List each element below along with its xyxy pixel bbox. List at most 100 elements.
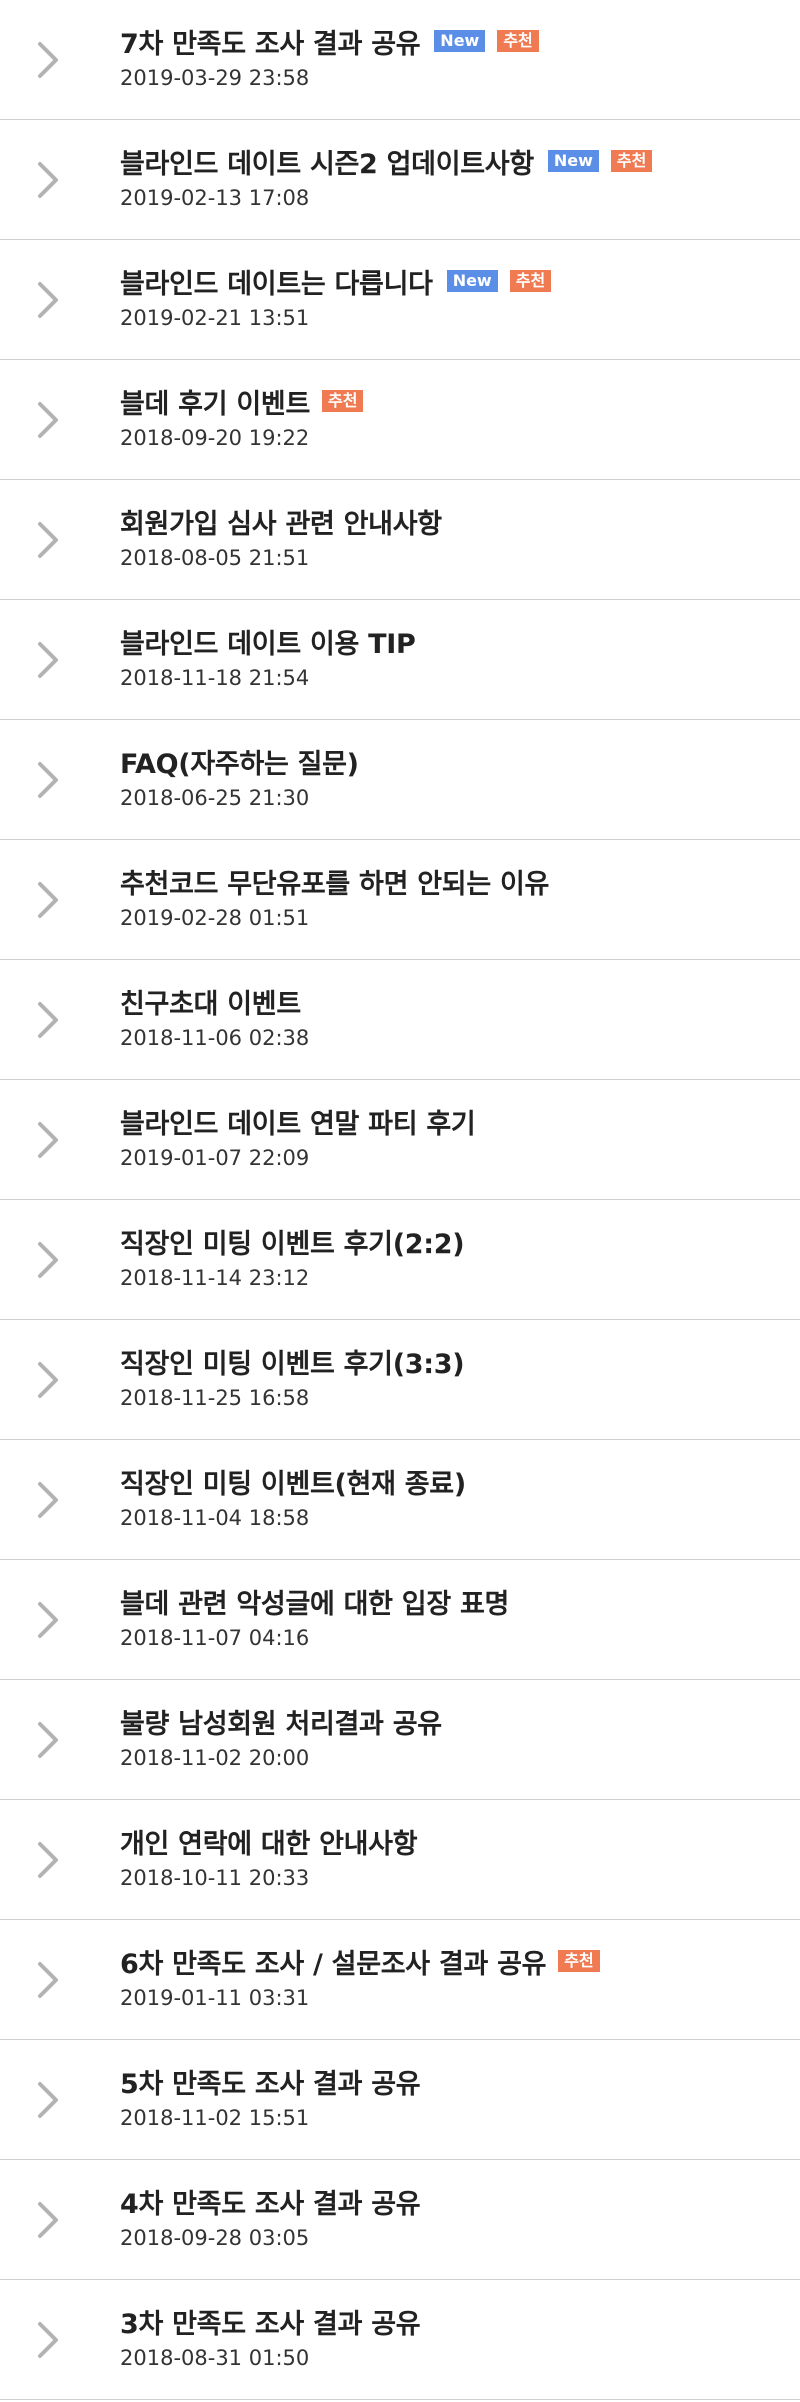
chevron-right-icon xyxy=(34,1600,62,1640)
notice-date: 2018-08-05 21:51 xyxy=(120,546,310,570)
notice-item-body: 3차 만족도 조사 결과 공유 New 추천 2018-08-31 01:50 xyxy=(120,2302,780,2371)
notice-item-body: 친구초대 이벤트 New 추천 2018-11-06 02:38 xyxy=(120,982,780,1051)
notice-list-item[interactable]: 추천코드 무단유포를 하면 안되는 이유 New 추천 2019-02-28 0… xyxy=(0,840,800,960)
notice-title: 블라인드 데이트 이용 TIP xyxy=(120,628,416,660)
notice-date: 2018-10-11 20:33 xyxy=(120,1866,310,1890)
notice-item-body: 블데 관련 악성글에 대한 입장 표명 New 추천 2018-11-07 04… xyxy=(120,1582,780,1651)
notice-list-item[interactable]: 3차 만족도 조사 결과 공유 New 추천 2018-08-31 01:50 xyxy=(0,2280,800,2400)
notice-title-line: 친구초대 이벤트 New 추천 xyxy=(120,982,780,1020)
notice-title: 3차 만족도 조사 결과 공유 xyxy=(120,2308,421,2340)
notice-date: 2019-02-13 17:08 xyxy=(120,186,310,210)
notice-title-line: 5차 만족도 조사 결과 공유 New 추천 xyxy=(120,2062,780,2100)
chevron-right-icon xyxy=(34,2200,62,2240)
notice-date: 2018-11-14 23:12 xyxy=(120,1266,310,1290)
notice-title: 7차 만족도 조사 결과 공유 xyxy=(120,28,421,60)
notice-title: FAQ(자주하는 질문) xyxy=(120,748,359,780)
notice-title-line: 직장인 미팅 이벤트 후기(2:2) New 추천 xyxy=(120,1222,780,1260)
chevron-right-icon xyxy=(34,160,62,200)
notice-list-item[interactable]: 블라인드 데이트 시즌2 업데이트사항 New 추천 2019-02-13 17… xyxy=(0,120,800,240)
chevron-right-icon xyxy=(34,1120,62,1160)
notice-item-body: 블라인드 데이트 연말 파티 후기 New 추천 2019-01-07 22:0… xyxy=(120,1102,780,1171)
chevron-right-icon xyxy=(34,1360,62,1400)
notice-title-line: 4차 만족도 조사 결과 공유 New 추천 xyxy=(120,2182,780,2220)
notice-list-item[interactable]: 직장인 미팅 이벤트 후기(2:2) New 추천 2018-11-14 23:… xyxy=(0,1200,800,1320)
notice-item-body: 직장인 미팅 이벤트(현재 종료) New 추천 2018-11-04 18:5… xyxy=(120,1462,780,1531)
chevron-right-icon xyxy=(34,1480,62,1520)
notice-title-line: 회원가입 심사 관련 안내사항 New 추천 xyxy=(120,502,780,540)
notice-date: 2018-09-20 19:22 xyxy=(120,426,310,450)
chevron-right-icon xyxy=(34,1240,62,1280)
notice-date: 2018-08-31 01:50 xyxy=(120,2346,310,2370)
notice-list: 7차 만족도 조사 결과 공유 New 추천 2019-03-29 23:58 … xyxy=(0,0,800,2402)
notice-title-line: 직장인 미팅 이벤트 후기(3:3) New 추천 xyxy=(120,1342,780,1380)
notice-title-line: 개인 연락에 대한 안내사항 New 추천 xyxy=(120,1822,780,1860)
notice-title: 불량 남성회원 처리결과 공유 xyxy=(120,1708,442,1740)
notice-item-body: FAQ(자주하는 질문) New 추천 2018-06-25 21:30 xyxy=(120,742,780,811)
notice-title: 회원가입 심사 관련 안내사항 xyxy=(120,508,442,540)
new-badge: New xyxy=(446,270,498,292)
notice-title-line: 7차 만족도 조사 결과 공유 New 추천 xyxy=(120,22,780,60)
chevron-right-icon xyxy=(34,1720,62,1760)
notice-date: 2018-11-02 20:00 xyxy=(120,1746,310,1770)
notice-item-body: 직장인 미팅 이벤트 후기(3:3) New 추천 2018-11-25 16:… xyxy=(120,1342,780,1411)
chevron-right-icon xyxy=(34,1840,62,1880)
notice-list-item[interactable]: 4차 만족도 조사 결과 공유 New 추천 2018-09-28 03:05 xyxy=(0,2160,800,2280)
notice-list-item[interactable]: 블데 관련 악성글에 대한 입장 표명 New 추천 2018-11-07 04… xyxy=(0,1560,800,1680)
notice-list-item[interactable]: 블라인드 데이트는 다릅니다 New 추천 2019-02-21 13:51 xyxy=(0,240,800,360)
notice-title-line: 3차 만족도 조사 결과 공유 New 추천 xyxy=(120,2302,780,2340)
notice-item-body: 블라인드 데이트 시즌2 업데이트사항 New 추천 2019-02-13 17… xyxy=(120,142,780,210)
notice-list-item[interactable]: 블데 후기 이벤트 New 추천 2018-09-20 19:22 xyxy=(0,360,800,480)
notice-title-line: 블라인드 데이트 시즌2 업데이트사항 New 추천 xyxy=(120,142,780,180)
notice-title: 블라인드 데이트 연말 파티 후기 xyxy=(120,1108,476,1140)
notice-list-item[interactable]: 직장인 미팅 이벤트(현재 종료) New 추천 2018-11-04 18:5… xyxy=(0,1440,800,1560)
recommended-badge: 추천 xyxy=(558,1950,600,1972)
notice-list-item[interactable]: 블라인드 데이트 연말 파티 후기 New 추천 2019-01-07 22:0… xyxy=(0,1080,800,1200)
new-badge: New xyxy=(434,30,486,52)
notice-list-item[interactable]: 회원가입 심사 관련 안내사항 New 추천 2018-08-05 21:51 xyxy=(0,480,800,600)
notice-title-line: 블데 후기 이벤트 New 추천 xyxy=(120,382,780,420)
chevron-right-icon xyxy=(34,280,62,320)
notice-title-line: 6차 만족도 조사 / 설문조사 결과 공유 New 추천 xyxy=(120,1942,780,1980)
notice-date: 2018-06-25 21:30 xyxy=(120,786,310,810)
recommended-badge: 추천 xyxy=(497,30,539,52)
notice-title-line: 블라인드 데이트는 다릅니다 New 추천 xyxy=(120,262,780,300)
recommended-badge: 추천 xyxy=(321,390,364,412)
notice-title: 블데 후기 이벤트 xyxy=(120,388,310,420)
notice-item-body: 블라인드 데이트 이용 TIP New 추천 2018-11-18 21:54 xyxy=(120,622,780,691)
notice-date: 2018-11-06 02:38 xyxy=(120,1026,310,1050)
notice-title-line: FAQ(자주하는 질문) New 추천 xyxy=(120,742,780,780)
notice-date: 2019-02-21 13:51 xyxy=(120,306,310,330)
notice-list-item[interactable]: FAQ(자주하는 질문) New 추천 2018-06-25 21:30 xyxy=(0,720,800,840)
notice-date: 2019-02-28 01:51 xyxy=(120,906,310,930)
notice-date: 2019-03-29 23:58 xyxy=(120,66,310,90)
notice-date: 2018-11-04 18:58 xyxy=(120,1506,310,1530)
notice-list-item[interactable]: 7차 만족도 조사 결과 공유 New 추천 2019-03-29 23:58 xyxy=(0,0,800,120)
notice-item-body: 회원가입 심사 관련 안내사항 New 추천 2018-08-05 21:51 xyxy=(120,502,780,571)
notice-date: 2018-11-25 16:58 xyxy=(120,1386,310,1410)
notice-item-body: 4차 만족도 조사 결과 공유 New 추천 2018-09-28 03:05 xyxy=(120,2182,780,2251)
notice-item-body: 직장인 미팅 이벤트 후기(2:2) New 추천 2018-11-14 23:… xyxy=(120,1222,780,1291)
notice-item-body: 7차 만족도 조사 결과 공유 New 추천 2019-03-29 23:58 xyxy=(120,22,780,90)
notice-title: 5차 만족도 조사 결과 공유 xyxy=(120,2068,421,2100)
new-badge: New xyxy=(547,150,599,172)
notice-item-body: 불량 남성회원 처리결과 공유 New 추천 2018-11-02 20:00 xyxy=(120,1702,780,1771)
chevron-right-icon xyxy=(34,40,62,80)
notice-title: 6차 만족도 조사 / 설문조사 결과 공유 xyxy=(120,1948,547,1980)
notice-list-item[interactable]: 5차 만족도 조사 결과 공유 New 추천 2018-11-02 15:51 xyxy=(0,2040,800,2160)
chevron-right-icon xyxy=(34,760,62,800)
chevron-right-icon xyxy=(34,2080,62,2120)
notice-list-item[interactable]: 블라인드 데이트 이용 TIP New 추천 2018-11-18 21:54 xyxy=(0,600,800,720)
chevron-right-icon xyxy=(34,640,62,680)
recommended-badge: 추천 xyxy=(509,270,552,292)
notice-list-item[interactable]: 6차 만족도 조사 / 설문조사 결과 공유 New 추천 2019-01-11… xyxy=(0,1920,800,2040)
notice-list-item[interactable]: 직장인 미팅 이벤트 후기(3:3) New 추천 2018-11-25 16:… xyxy=(0,1320,800,1440)
notice-title-line: 블라인드 데이트 연말 파티 후기 New 추천 xyxy=(120,1102,780,1140)
notice-list-item[interactable]: 불량 남성회원 처리결과 공유 New 추천 2018-11-02 20:00 xyxy=(0,1680,800,1800)
notice-list-item[interactable]: 개인 연락에 대한 안내사항 New 추천 2018-10-11 20:33 xyxy=(0,1800,800,1920)
notice-title: 추천코드 무단유포를 하면 안되는 이유 xyxy=(120,868,550,900)
notice-title: 직장인 미팅 이벤트 후기(3:3) xyxy=(120,1348,465,1380)
notice-date: 2018-11-02 15:51 xyxy=(120,2106,310,2130)
notice-list-item[interactable]: 친구초대 이벤트 New 추천 2018-11-06 02:38 xyxy=(0,960,800,1080)
notice-title-line: 블데 관련 악성글에 대한 입장 표명 New 추천 xyxy=(120,1582,780,1620)
chevron-right-icon xyxy=(34,520,62,560)
